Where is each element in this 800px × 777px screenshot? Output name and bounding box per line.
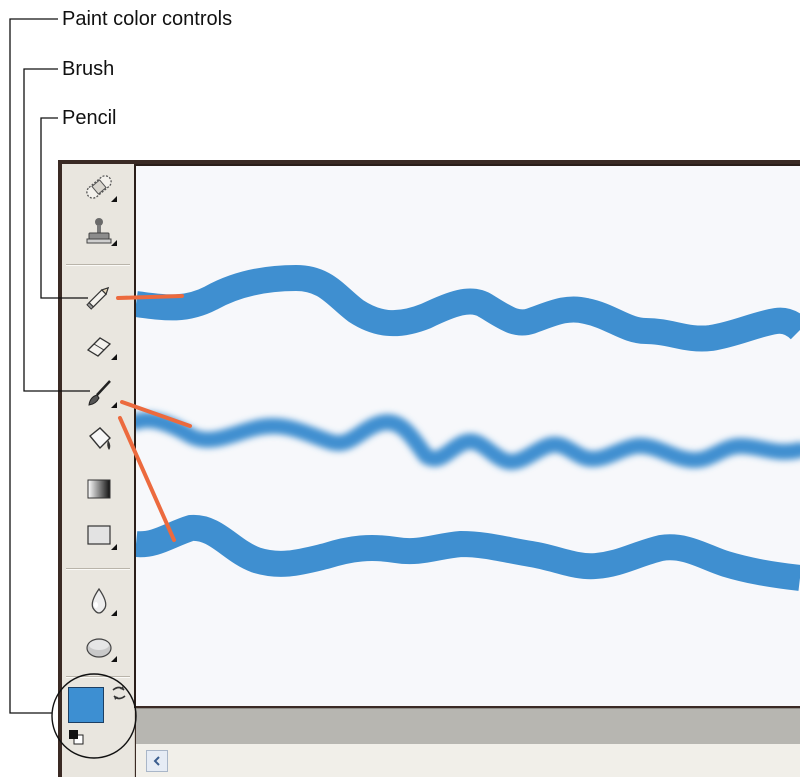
horizontal-scrollbar[interactable]: [136, 744, 800, 777]
lower-stroke: [136, 515, 800, 591]
brush-label: Brush: [62, 58, 115, 80]
eraser-tool[interactable]: [80, 328, 118, 362]
paint-bucket-tool[interactable]: [80, 422, 118, 456]
paint-bucket-icon: [89, 427, 111, 450]
shape-tool[interactable]: [80, 518, 118, 552]
pencil-icon: [86, 286, 110, 310]
swap-arrows-icon[interactable]: [110, 684, 128, 702]
sponge-tool[interactable]: [80, 630, 118, 664]
paint-color-leader-line: [9, 18, 58, 714]
submenu-indicator: [111, 402, 117, 408]
scroll-left-button[interactable]: [146, 750, 168, 772]
blur-tool[interactable]: [80, 584, 118, 618]
eraser-icon: [86, 337, 112, 357]
paint-color-controls: [62, 680, 134, 777]
clone-stamp-tool[interactable]: [80, 214, 118, 248]
brush-stroke: [136, 411, 800, 470]
healing-brush-tool[interactable]: [80, 170, 118, 204]
stamp-icon: [86, 218, 112, 244]
submenu-indicator: [111, 354, 117, 360]
sponge-icon: [86, 638, 112, 658]
canvas-bottom-bar: [136, 708, 800, 745]
gradient-tool[interactable]: [80, 472, 118, 506]
brush-tool[interactable]: [80, 376, 118, 410]
paint-color-controls-label: Paint color controls: [62, 8, 233, 30]
default-colors-icon[interactable]: [67, 728, 85, 746]
drawing-canvas[interactable]: [136, 166, 800, 706]
submenu-indicator: [111, 240, 117, 246]
rectangle-icon: [87, 525, 111, 545]
toolbox-divider: [66, 676, 130, 678]
submenu-indicator: [111, 544, 117, 550]
foreground-color-swatch[interactable]: [68, 687, 104, 723]
canvas-strokes: [136, 265, 800, 591]
brush-icon: [88, 380, 111, 406]
submenu-indicator: [111, 610, 117, 616]
toolbox-divider: [66, 568, 130, 570]
submenu-indicator: [111, 196, 117, 202]
pencil-label: Pencil: [62, 107, 117, 129]
submenu-indicator: [111, 656, 117, 662]
water-drop-icon: [91, 587, 107, 614]
pencil-stroke: [136, 265, 800, 352]
pencil-tool[interactable]: [80, 280, 118, 314]
toolbox-divider: [66, 264, 130, 266]
chevron-left-icon: [153, 756, 160, 766]
gradient-icon: [87, 479, 111, 499]
